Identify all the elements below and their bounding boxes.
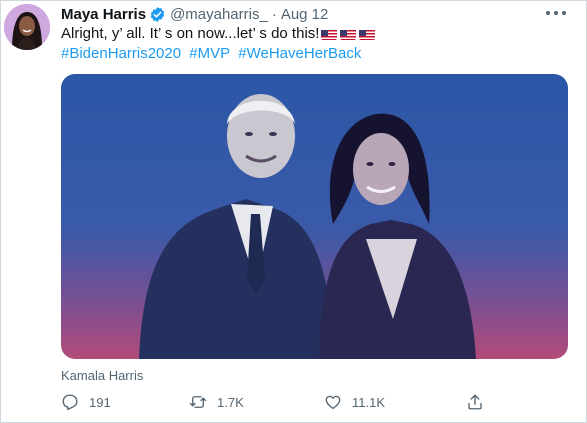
like-button[interactable]: 11.1K [324,393,385,411]
more-options-icon[interactable] [546,6,566,20]
share-icon [468,394,482,410]
tweet-card: Maya Harris @mayaharris_ · Aug 12 Alrigh… [0,0,587,423]
tweet-date[interactable]: Aug 12 [281,6,329,23]
author-name[interactable]: Maya Harris [61,6,146,23]
share-button[interactable] [466,393,494,411]
separator-dot: · [271,5,277,23]
reply-button[interactable]: 191 [61,393,111,411]
us-flag-emojis [321,28,376,40]
retweet-icon [189,396,207,408]
reply-count: 191 [89,394,111,410]
tweet-text: Alright, y’ all. It’ s on now...let’ s d… [61,24,376,44]
tweet-media-image[interactable] [61,74,568,359]
hashtag-link[interactable]: #BidenHarris2020 [61,45,181,62]
campaign-photo [61,74,568,359]
verified-badge-icon [150,6,165,22]
avatar-photo [4,4,50,50]
action-bar: 191 1.7K 11.1K [61,393,491,415]
avatar[interactable] [4,4,50,50]
us-flag-icon [321,28,338,40]
tweet-body: Alright, y’ all. It’ s on now...let’ s d… [61,25,320,42]
hashtag-line: #BidenHarris2020 #MVP #WeHaveHerBack [61,44,365,64]
heart-icon [325,395,341,410]
retweet-button[interactable]: 1.7K [189,393,244,411]
tweet-header: Maya Harris @mayaharris_ · Aug 12 [61,4,328,24]
us-flag-icon [359,28,376,40]
retweet-count: 1.7K [217,394,244,410]
media-caption[interactable]: Kamala Harris [61,368,143,383]
us-flag-icon [340,28,357,40]
like-count: 11.1K [352,394,386,410]
reply-icon [62,394,78,411]
hashtag-link[interactable]: #MVP [189,45,230,62]
author-handle[interactable]: @mayaharris_ [170,6,268,23]
hashtag-link[interactable]: #WeHaveHerBack [238,45,361,62]
